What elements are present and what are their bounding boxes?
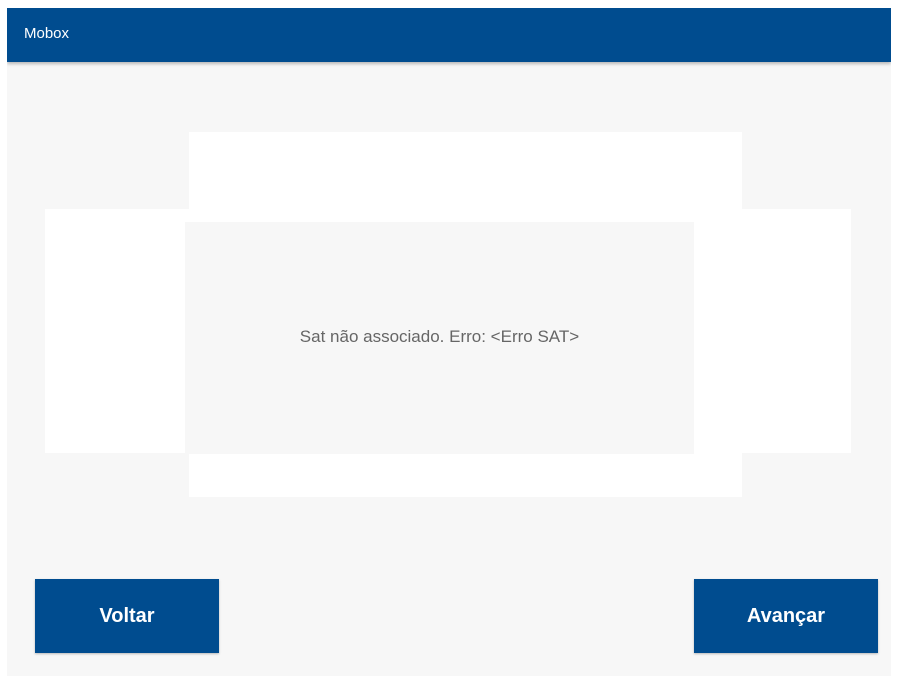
- app-bar: Mobox: [7, 8, 891, 62]
- next-button[interactable]: Avançar: [694, 579, 878, 653]
- app-screen: Mobox Sat não associado. Erro: <Erro SAT…: [7, 8, 891, 676]
- error-message: Sat não associado. Erro: <Erro SAT>: [299, 327, 580, 346]
- back-button[interactable]: Voltar: [35, 579, 219, 653]
- message-box: Sat não associado. Erro: <Erro SAT>: [185, 222, 694, 454]
- app-title: Mobox: [24, 25, 70, 42]
